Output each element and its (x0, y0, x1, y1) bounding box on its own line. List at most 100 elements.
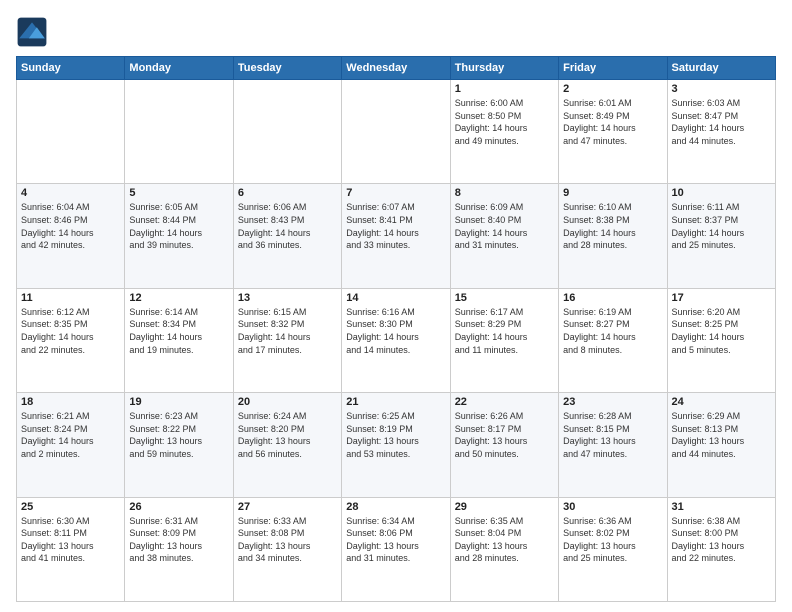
calendar-header: SundayMondayTuesdayWednesdayThursdayFrid… (17, 57, 776, 80)
page: SundayMondayTuesdayWednesdayThursdayFrid… (0, 0, 792, 612)
calendar-day-cell: 18 Sunrise: 6:21 AM Sunset: 8:24 PM Dayli… (17, 393, 125, 497)
calendar-day-cell: 6Sunrise: 6:06 AM Sunset: 8:43 PM Daylig… (233, 184, 341, 288)
day-number: 10 (672, 187, 771, 199)
day-number: 20 (238, 396, 337, 408)
day-number: 18 (21, 396, 120, 408)
day-number: 5 (129, 187, 228, 199)
weekday-header: Friday (559, 57, 667, 80)
day-info: Sunrise: 6:01 AM Sunset: 8:49 PM Dayligh… (563, 97, 662, 147)
day-info: Sunrise: 6:30 AM Sunset: 8:11 PM Dayligh… (21, 515, 120, 565)
calendar-day-cell: 28 Sunrise: 6:34 AM Sunset: 8:06 PM Dayli… (342, 497, 450, 601)
day-number: 4 (21, 187, 120, 199)
calendar-day-cell: 16 Sunrise: 6:19 AM Sunset: 8:27 PM Dayli… (559, 288, 667, 392)
day-number: 7 (346, 187, 445, 199)
day-info: Sunrise: 6:05 AM Sunset: 8:44 PM Dayligh… (129, 201, 228, 251)
calendar-day-cell: 9 Sunrise: 6:10 AM Sunset: 8:38 PM Daylig… (559, 184, 667, 288)
day-info: Sunrise: 6:04 AM Sunset: 8:46 PM Dayligh… (21, 201, 120, 251)
day-number: 9 (563, 187, 662, 199)
calendar-body: 1 Sunrise: 6:00 AM Sunset: 8:50 PM Daylig… (17, 80, 776, 602)
day-info: Sunrise: 6:38 AM Sunset: 8:00 PM Dayligh… (672, 515, 771, 565)
weekday-header: Wednesday (342, 57, 450, 80)
day-number: 17 (672, 292, 771, 304)
calendar-day-cell: 4 Sunrise: 6:04 AM Sunset: 8:46 PM Daylig… (17, 184, 125, 288)
calendar-day-cell (125, 80, 233, 184)
day-number: 26 (129, 501, 228, 513)
calendar-day-cell: 14 Sunrise: 6:16 AM Sunset: 8:30 PM Dayli… (342, 288, 450, 392)
day-number: 21 (346, 396, 445, 408)
day-number: 19 (129, 396, 228, 408)
day-info: Sunrise: 6:26 AM Sunset: 8:17 PM Dayligh… (455, 410, 554, 460)
day-number: 15 (455, 292, 554, 304)
day-info: Sunrise: 6:23 AM Sunset: 8:22 PM Dayligh… (129, 410, 228, 460)
calendar-day-cell: 12 Sunrise: 6:14 AM Sunset: 8:34 PM Dayli… (125, 288, 233, 392)
calendar-day-cell: 10 Sunrise: 6:11 AM Sunset: 8:37 PM Dayli… (667, 184, 775, 288)
calendar-week-row: 25 Sunrise: 6:30 AM Sunset: 8:11 PM Dayli… (17, 497, 776, 601)
day-info: Sunrise: 6:36 AM Sunset: 8:02 PM Dayligh… (563, 515, 662, 565)
calendar-day-cell: 15 Sunrise: 6:17 AM Sunset: 8:29 PM Dayli… (450, 288, 558, 392)
day-info: Sunrise: 6:31 AM Sunset: 8:09 PM Dayligh… (129, 515, 228, 565)
day-number: 16 (563, 292, 662, 304)
calendar-day-cell: 3Sunrise: 6:03 AM Sunset: 8:47 PM Daylig… (667, 80, 775, 184)
day-number: 11 (21, 292, 120, 304)
calendar-day-cell: 24Sunrise: 6:29 AM Sunset: 8:13 PM Dayli… (667, 393, 775, 497)
logo-icon (16, 16, 48, 48)
day-number: 1 (455, 83, 554, 95)
calendar-day-cell: 29 Sunrise: 6:35 AM Sunset: 8:04 PM Dayli… (450, 497, 558, 601)
calendar-day-cell: 31 Sunrise: 6:38 AM Sunset: 8:00 PM Dayli… (667, 497, 775, 601)
calendar-week-row: 18 Sunrise: 6:21 AM Sunset: 8:24 PM Dayli… (17, 393, 776, 497)
calendar-week-row: 4 Sunrise: 6:04 AM Sunset: 8:46 PM Daylig… (17, 184, 776, 288)
day-number: 28 (346, 501, 445, 513)
calendar-day-cell: 23 Sunrise: 6:28 AM Sunset: 8:15 PM Dayli… (559, 393, 667, 497)
calendar-day-cell: 2 Sunrise: 6:01 AM Sunset: 8:49 PM Daylig… (559, 80, 667, 184)
weekday-header: Monday (125, 57, 233, 80)
day-info: Sunrise: 6:16 AM Sunset: 8:30 PM Dayligh… (346, 306, 445, 356)
day-number: 24 (672, 396, 771, 408)
day-number: 12 (129, 292, 228, 304)
day-info: Sunrise: 6:00 AM Sunset: 8:50 PM Dayligh… (455, 97, 554, 147)
day-info: Sunrise: 6:07 AM Sunset: 8:41 PM Dayligh… (346, 201, 445, 251)
calendar-day-cell: 30Sunrise: 6:36 AM Sunset: 8:02 PM Dayli… (559, 497, 667, 601)
calendar-day-cell: 17Sunrise: 6:20 AM Sunset: 8:25 PM Dayli… (667, 288, 775, 392)
weekday-header: Sunday (17, 57, 125, 80)
day-number: 22 (455, 396, 554, 408)
day-info: Sunrise: 6:03 AM Sunset: 8:47 PM Dayligh… (672, 97, 771, 147)
day-info: Sunrise: 6:19 AM Sunset: 8:27 PM Dayligh… (563, 306, 662, 356)
day-info: Sunrise: 6:11 AM Sunset: 8:37 PM Dayligh… (672, 201, 771, 251)
day-number: 8 (455, 187, 554, 199)
calendar-week-row: 11 Sunrise: 6:12 AM Sunset: 8:35 PM Dayli… (17, 288, 776, 392)
weekday-header: Saturday (667, 57, 775, 80)
day-info: Sunrise: 6:33 AM Sunset: 8:08 PM Dayligh… (238, 515, 337, 565)
calendar-day-cell: 13Sunrise: 6:15 AM Sunset: 8:32 PM Dayli… (233, 288, 341, 392)
calendar-day-cell: 22 Sunrise: 6:26 AM Sunset: 8:17 PM Dayli… (450, 393, 558, 497)
logo (16, 16, 52, 48)
day-info: Sunrise: 6:10 AM Sunset: 8:38 PM Dayligh… (563, 201, 662, 251)
calendar-week-row: 1 Sunrise: 6:00 AM Sunset: 8:50 PM Daylig… (17, 80, 776, 184)
day-number: 25 (21, 501, 120, 513)
day-number: 29 (455, 501, 554, 513)
day-info: Sunrise: 6:17 AM Sunset: 8:29 PM Dayligh… (455, 306, 554, 356)
day-info: Sunrise: 6:25 AM Sunset: 8:19 PM Dayligh… (346, 410, 445, 460)
calendar-day-cell: 1 Sunrise: 6:00 AM Sunset: 8:50 PM Daylig… (450, 80, 558, 184)
day-number: 23 (563, 396, 662, 408)
day-info: Sunrise: 6:24 AM Sunset: 8:20 PM Dayligh… (238, 410, 337, 460)
calendar-day-cell: 11 Sunrise: 6:12 AM Sunset: 8:35 PM Dayli… (17, 288, 125, 392)
calendar-day-cell (233, 80, 341, 184)
day-number: 2 (563, 83, 662, 95)
day-info: Sunrise: 6:09 AM Sunset: 8:40 PM Dayligh… (455, 201, 554, 251)
calendar-day-cell: 25 Sunrise: 6:30 AM Sunset: 8:11 PM Dayli… (17, 497, 125, 601)
day-number: 31 (672, 501, 771, 513)
day-number: 14 (346, 292, 445, 304)
day-info: Sunrise: 6:12 AM Sunset: 8:35 PM Dayligh… (21, 306, 120, 356)
calendar-day-cell: 20 Sunrise: 6:24 AM Sunset: 8:20 PM Dayli… (233, 393, 341, 497)
day-info: Sunrise: 6:28 AM Sunset: 8:15 PM Dayligh… (563, 410, 662, 460)
calendar-day-cell: 21 Sunrise: 6:25 AM Sunset: 8:19 PM Dayli… (342, 393, 450, 497)
day-number: 27 (238, 501, 337, 513)
day-number: 6 (238, 187, 337, 199)
day-info: Sunrise: 6:35 AM Sunset: 8:04 PM Dayligh… (455, 515, 554, 565)
day-info: Sunrise: 6:21 AM Sunset: 8:24 PM Dayligh… (21, 410, 120, 460)
day-info: Sunrise: 6:34 AM Sunset: 8:06 PM Dayligh… (346, 515, 445, 565)
calendar-table: SundayMondayTuesdayWednesdayThursdayFrid… (16, 56, 776, 602)
weekday-header: Tuesday (233, 57, 341, 80)
day-info: Sunrise: 6:14 AM Sunset: 8:34 PM Dayligh… (129, 306, 228, 356)
weekday-row: SundayMondayTuesdayWednesdayThursdayFrid… (17, 57, 776, 80)
